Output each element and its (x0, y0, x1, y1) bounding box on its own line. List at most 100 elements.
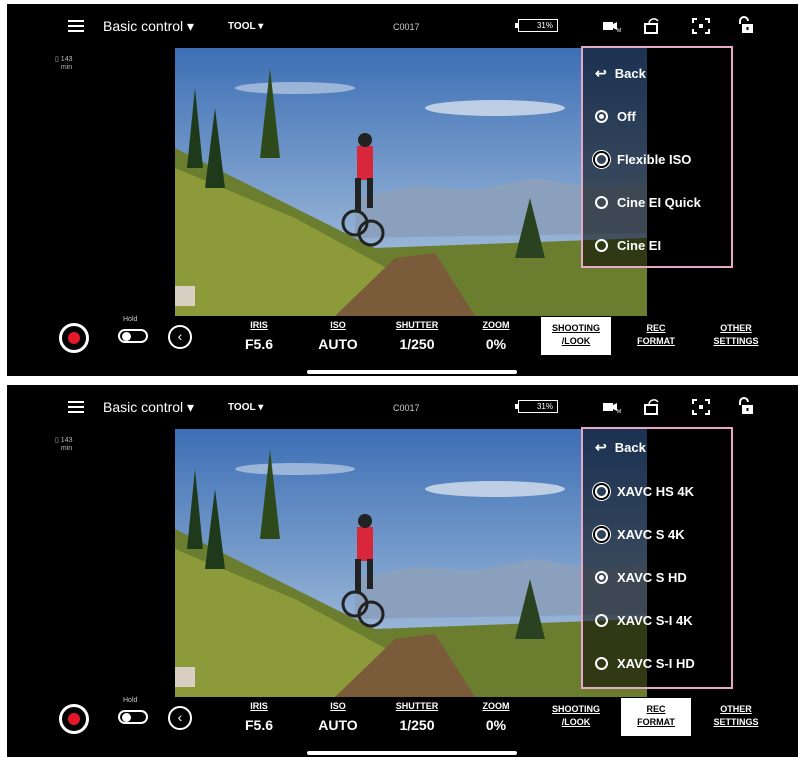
menu-item-label: Flexible ISO (617, 151, 692, 167)
param-label: SHUTTER (395, 320, 439, 330)
camera-icon[interactable]: M (599, 401, 621, 413)
collapse-chevron-icon[interactable]: ‹ (168, 325, 192, 349)
tab-line1: REC (646, 704, 666, 714)
tab-other-settings[interactable]: OTHER SETTINGS (701, 698, 771, 736)
tool-dropdown[interactable]: TOOL ▾ (228, 21, 263, 32)
radio-icon (595, 613, 608, 627)
mode-label: Basic control (103, 399, 184, 415)
menu-item-xavc-s-i-hd[interactable]: XAVC S-I HD (595, 651, 695, 675)
radio-icon (595, 656, 608, 670)
param-shutter[interactable]: SHUTTER 1/250 (387, 320, 447, 352)
menu-item-xavc-s-4k[interactable]: XAVC S 4K (595, 522, 685, 546)
mode-dropdown[interactable]: Basic control ▾ (103, 18, 194, 35)
menu-item-label: Cine EI Quick (617, 194, 701, 210)
remaining-time: ▯ 143 min (55, 437, 73, 452)
menu-item-cine-ei[interactable]: Cine EI (595, 233, 661, 257)
tab-rec-format[interactable]: REC FORMAT (621, 317, 691, 355)
tab-shooting-look[interactable]: SHOOTING/LOOK (541, 698, 611, 736)
tool-dropdown[interactable]: TOOL ▾ (228, 402, 263, 413)
home-indicator (307, 370, 517, 374)
param-label: ISO (330, 320, 346, 330)
menu-item-label: XAVC S-I 4K (617, 612, 693, 628)
radio-icon (595, 195, 608, 209)
rotate-screen-icon[interactable] (643, 18, 661, 34)
hold-toggle[interactable] (118, 329, 148, 343)
param-value: AUTO (318, 336, 358, 352)
battery-indicator: 31% (515, 400, 558, 413)
unlock-icon[interactable] (737, 16, 755, 34)
options-menu: ↩ Back XAVC HS 4K XAVC S 4K XAVC S HD XAV… (581, 427, 733, 689)
param-zoom[interactable]: ZOOM 0% (471, 320, 521, 352)
param-value: F5.6 (244, 336, 273, 352)
menu-item-label: XAVC HS 4K (617, 483, 695, 499)
radio-icon (595, 238, 608, 252)
tab-line2: SETTINGS (713, 717, 759, 727)
tab-line1: OTHER (720, 704, 752, 714)
menu-item-xavc-s-hd[interactable]: XAVC S HD (595, 565, 687, 589)
hold-label: Hold (123, 697, 138, 704)
svg-text:M: M (617, 28, 621, 32)
remaining-time: ▯ 143 min (55, 56, 73, 71)
camera-screen-rec-format: Basic control ▾ TOOL ▾ C0017 31% M ▯ 143… (7, 385, 798, 757)
tab-line1: REC (646, 323, 666, 333)
battery-indicator: 31% (515, 19, 558, 32)
home-indicator (307, 751, 517, 755)
mode-label: Basic control (103, 18, 184, 34)
menu-back-button[interactable]: ↩ Back (595, 435, 646, 459)
hold-label: Hold (123, 316, 138, 323)
radio-double-icon (595, 527, 608, 541)
menu-item-xavc-hs-4k[interactable]: XAVC HS 4K (595, 479, 694, 503)
param-zoom[interactable]: ZOOM 0% (471, 701, 521, 733)
tab-line1: SHOOTING (551, 323, 600, 333)
param-shutter[interactable]: SHUTTER 1/250 (387, 701, 447, 733)
menu-item-xavc-s-i-4k[interactable]: XAVC S-I 4K (595, 608, 693, 632)
record-button[interactable] (59, 323, 89, 353)
menu-item-label: Off (617, 108, 636, 124)
live-view-image (175, 429, 647, 697)
menu-item-label: XAVC S-I HD (617, 655, 695, 671)
collapse-chevron-icon[interactable]: ‹ (168, 706, 192, 730)
menu-back-button[interactable]: ↩ Back (595, 61, 646, 85)
remaining-time-value: 143 (60, 56, 73, 63)
svg-text:M: M (617, 409, 621, 413)
hold-toggle[interactable] (118, 710, 148, 724)
hamburger-menu-icon[interactable] (68, 20, 84, 32)
param-iris[interactable]: IRIS F5.6 (239, 320, 279, 352)
radio-double-icon (595, 484, 608, 498)
menu-item-cine-ei-quick[interactable]: Cine EI Quick (595, 190, 701, 214)
back-arrow-icon: ↩ (595, 64, 607, 81)
tab-other-settings[interactable]: OTHER SETTINGS (701, 317, 771, 355)
camera-icon[interactable]: M (599, 20, 621, 32)
tab-line1: OTHER (720, 323, 752, 333)
clip-name: C0017 (393, 22, 420, 32)
param-label: ISO (330, 701, 346, 711)
tab-line2: SETTINGS (713, 336, 759, 346)
unlock-icon[interactable] (737, 397, 755, 415)
param-iris[interactable]: IRIS F5.6 (239, 701, 279, 733)
mode-dropdown[interactable]: Basic control ▾ (103, 399, 194, 416)
tab-rec-format[interactable]: REC FORMAT (621, 698, 691, 736)
focus-frame-icon[interactable] (692, 18, 710, 34)
param-label: IRIS (250, 320, 268, 330)
menu-item-flexible-iso[interactable]: Flexible ISO (595, 147, 691, 171)
param-value: 0% (485, 336, 507, 352)
param-iso[interactable]: ISO AUTO (313, 701, 363, 733)
tab-line2: FORMAT (637, 717, 675, 727)
param-value: F5.6 (244, 717, 273, 733)
param-label: IRIS (250, 701, 268, 711)
radio-selected-icon (595, 570, 608, 584)
menu-back-label: Back (614, 65, 646, 81)
menu-item-off[interactable]: Off (595, 104, 636, 128)
back-arrow-icon: ↩ (595, 438, 607, 455)
hamburger-menu-icon[interactable] (68, 401, 84, 413)
tab-line2: /LOOK (561, 717, 591, 727)
remaining-time-unit: min (60, 445, 73, 452)
param-value: 0% (485, 717, 507, 733)
record-button[interactable] (59, 704, 89, 734)
rotate-screen-icon[interactable] (643, 399, 661, 415)
menu-item-label: XAVC S HD (617, 569, 687, 585)
tab-shooting-look[interactable]: SHOOTING/LOOK (541, 317, 611, 355)
focus-frame-icon[interactable] (692, 399, 710, 415)
param-iso[interactable]: ISO AUTO (313, 320, 363, 352)
param-value: 1/250 (399, 336, 435, 352)
